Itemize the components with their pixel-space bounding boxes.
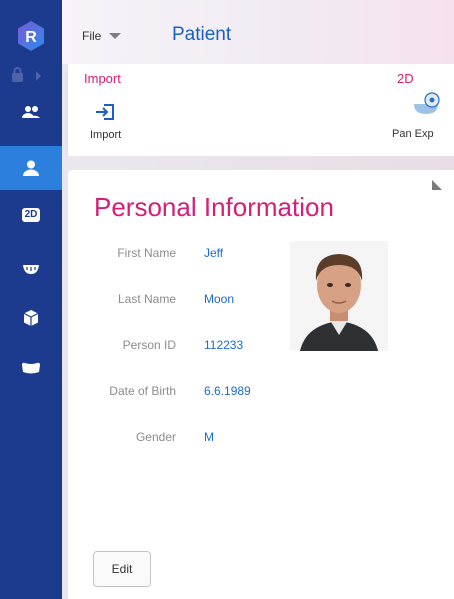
app-logo-icon[interactable]: R: [15, 20, 47, 52]
date-of-birth-label: Date of Birth: [109, 384, 176, 398]
ribbon-group-import-title: Import: [84, 71, 121, 86]
dental-arch-icon: [23, 265, 39, 274]
lock-icon: [12, 67, 23, 82]
sidebar-item-person[interactable]: [0, 146, 62, 190]
import-icon: [96, 104, 114, 120]
jaw-icon: [22, 362, 40, 374]
chevron-down-icon: [109, 33, 122, 39]
sidebar: R 2D: [0, 0, 62, 599]
section-title: Personal Information: [94, 192, 334, 222]
file-menu[interactable]: File: [82, 29, 122, 43]
first-name-value: Jeff: [204, 246, 224, 260]
date-of-birth-value: 6.6.1989: [204, 384, 251, 398]
sidebar-item-dental-arch[interactable]: [0, 247, 62, 291]
2d-icon: 2D: [21, 208, 41, 222]
3d-model-icon: [23, 310, 39, 326]
pan-export-icon: [414, 92, 440, 114]
last-name-label: Last Name: [117, 292, 176, 306]
gender-value: M: [204, 430, 214, 444]
last-name-value: Moon: [204, 292, 235, 306]
sidebar-item-3d[interactable]: [0, 296, 62, 340]
sidebar-item-jaw[interactable]: [0, 346, 62, 390]
person-id-value: 112233: [204, 338, 244, 352]
svg-text:R: R: [25, 29, 37, 46]
expand-chevron-icon: [36, 71, 41, 81]
collapse-corner-icon[interactable]: [432, 180, 442, 190]
person-id-label: Person ID: [122, 338, 176, 352]
sidebar-item-patients[interactable]: [0, 90, 62, 134]
gender-label: Gender: [135, 430, 176, 444]
file-menu-label: File: [82, 29, 102, 43]
edit-button[interactable]: Edit: [93, 551, 151, 587]
import-button[interactable]: Import: [84, 103, 132, 141]
pan-export-button-label: Pan Exp: [392, 128, 434, 140]
import-button-label: Import: [90, 129, 122, 141]
person-icon: [23, 160, 39, 176]
page-title: Patient: [172, 24, 232, 45]
first-name-label: First Name: [117, 246, 176, 260]
patient-photo: [290, 241, 388, 351]
sidebar-lock-toggle[interactable]: [10, 66, 54, 86]
pan-export-button[interactable]: Pan Exp: [386, 92, 454, 140]
ribbon-group-2d-title: 2D: [397, 71, 414, 86]
divider: [62, 156, 454, 170]
patients-icon: [22, 106, 40, 118]
sidebar-item-2d[interactable]: 2D: [0, 193, 62, 237]
